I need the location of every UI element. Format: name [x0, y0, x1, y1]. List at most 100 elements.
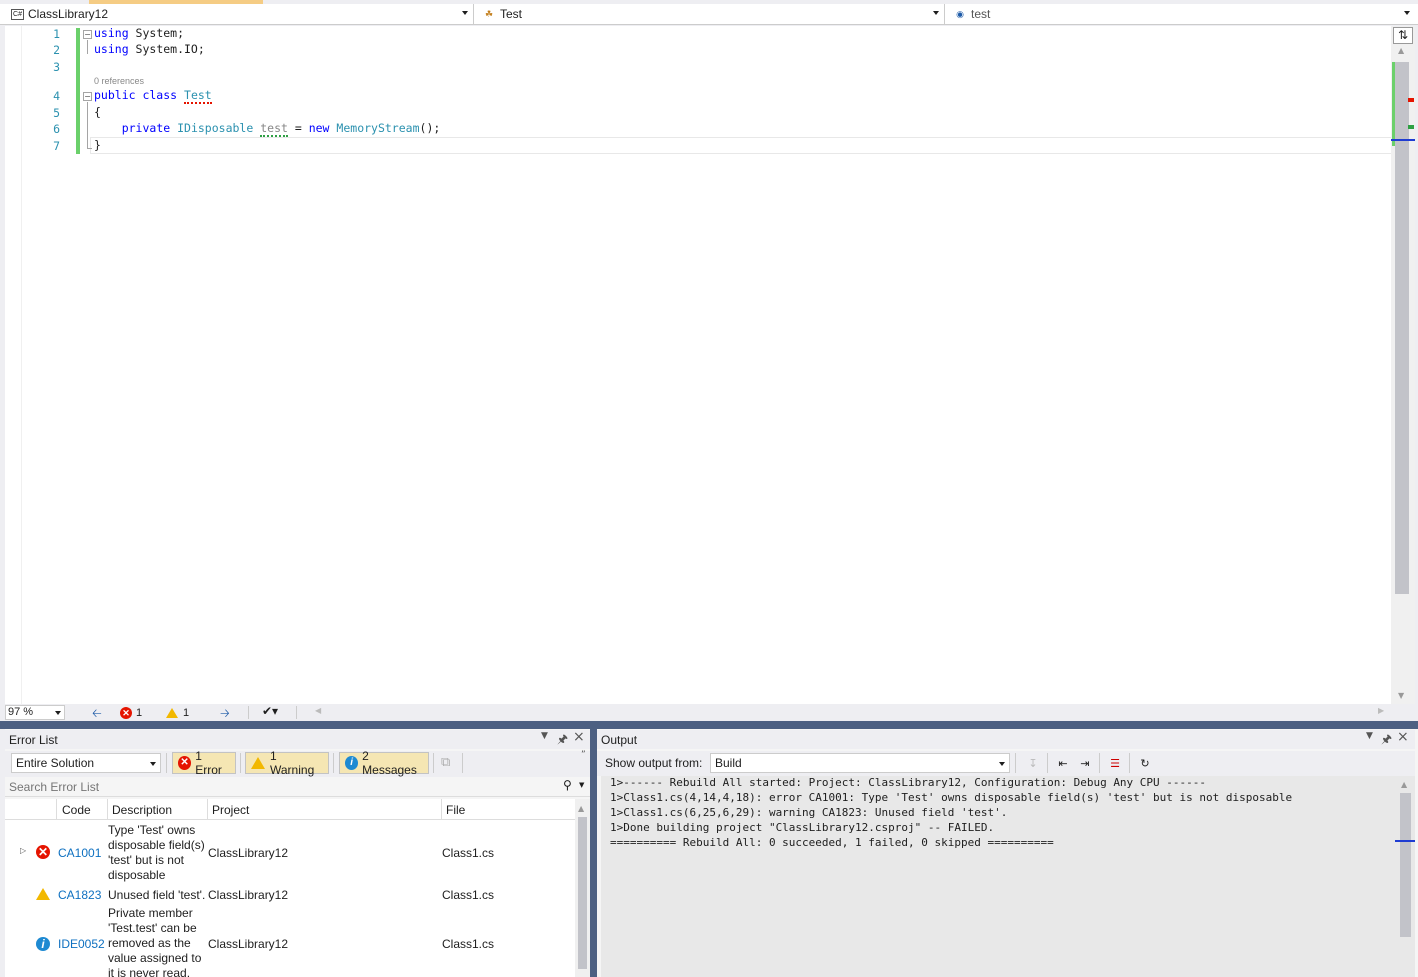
- type-combo-label: Test: [500, 7, 523, 21]
- table-row[interactable]: i IDE0052 Private member 'Test.test' can…: [5, 906, 575, 977]
- panel-splitter[interactable]: [590, 729, 597, 977]
- code-line-2: using System.IO;: [94, 42, 205, 56]
- chevron-down-icon: [150, 762, 156, 766]
- pin-icon[interactable]: 🖈: [557, 730, 568, 751]
- panel-dropdown-icon[interactable]: ▼: [541, 731, 548, 741]
- table-row[interactable]: ▷ ✕ CA1001 Type 'Test' owns disposable f…: [5, 822, 575, 884]
- line-number: 7: [53, 139, 60, 153]
- warnings-filter-button[interactable]: 1 Warning: [245, 749, 329, 777]
- expand-row-icon[interactable]: ▷: [20, 846, 26, 855]
- scrollbar-thumb[interactable]: [578, 817, 587, 969]
- code-line-5: {: [94, 105, 101, 119]
- line-number: 6: [53, 122, 60, 136]
- split-window-icon[interactable]: ⇅: [1393, 27, 1413, 44]
- separator: [296, 706, 297, 719]
- close-icon[interactable]: ×: [573, 729, 585, 745]
- toggle-word-wrap-icon[interactable]: ↻: [1137, 755, 1153, 771]
- code-line-6: private IDisposable test = new MemoryStr…: [121, 121, 441, 137]
- zoom-combo[interactable]: 97 %: [5, 705, 65, 720]
- search-options-icon[interactable]: ▼: [579, 781, 584, 789]
- output-source-combo[interactable]: Build: [710, 753, 1010, 773]
- codelens-references[interactable]: 0 references: [94, 76, 144, 86]
- warning-indicator[interactable]: 1: [166, 707, 189, 719]
- line-number: 2: [53, 43, 60, 57]
- errors-filter-label: 1 Error: [195, 749, 222, 777]
- column-divider: [441, 799, 442, 820]
- close-icon[interactable]: ×: [1397, 729, 1409, 745]
- fold-guide: [87, 102, 88, 148]
- fold-guide-end: [87, 148, 92, 149]
- member-combo-label: test: [971, 7, 991, 21]
- column-header-project[interactable]: Project: [212, 803, 249, 817]
- error-code-link[interactable]: IDE0052: [58, 937, 105, 951]
- glyph-margin: [5, 26, 22, 706]
- error-project: ClassLibrary12: [208, 937, 289, 951]
- code-line-1: using System;: [94, 26, 185, 40]
- caret-position-marker: [1391, 139, 1415, 141]
- scroll-right-icon[interactable]: ▶: [1378, 706, 1384, 715]
- caret-position-marker: [1395, 840, 1415, 842]
- error-description: Type 'Test' owns disposable field(s) 'te…: [108, 823, 205, 882]
- separator: [1129, 753, 1130, 773]
- scroll-left-icon[interactable]: ◀: [315, 706, 321, 715]
- output-line: 1>Class1.cs(4,14,4,18): error CA1001: Ty…: [610, 791, 1293, 804]
- column-header-description[interactable]: Description: [112, 803, 172, 817]
- clear-filter-icon[interactable]: ⧉: [441, 755, 450, 770]
- scroll-down-icon[interactable]: ▼: [1398, 691, 1404, 700]
- scrollbar-thumb[interactable]: [1400, 793, 1411, 937]
- panel-dropdown-icon[interactable]: ▼: [1366, 731, 1373, 741]
- class-icon: ☘: [484, 9, 494, 19]
- scope-combo[interactable]: Entire Solution: [11, 753, 161, 773]
- type-combo[interactable]: ☘ Test: [476, 4, 945, 24]
- error-code-link[interactable]: CA1823: [58, 888, 101, 902]
- collapse-icon[interactable]: −: [83, 92, 92, 101]
- error-list-search[interactable]: ⚲ ▼: [5, 777, 590, 797]
- table-row[interactable]: CA1823 Unused field 'test'. ClassLibrary…: [5, 886, 575, 904]
- warnings-filter-label: 1 Warning: [270, 749, 315, 777]
- project-combo-label: ClassLibrary12: [28, 7, 109, 21]
- code-cleanup-icon[interactable]: ✔▾: [262, 704, 278, 718]
- line-number: 3: [53, 60, 60, 74]
- project-combo[interactable]: C# ClassLibrary12: [5, 4, 474, 24]
- error-indicator[interactable]: ✕ 1: [120, 707, 142, 719]
- code-line-4: public class Test: [94, 88, 212, 104]
- separator: [248, 706, 249, 719]
- scrollbar-thumb[interactable]: [1395, 62, 1409, 594]
- info-icon: i: [36, 937, 50, 951]
- scroll-up-icon[interactable]: ▲: [578, 804, 584, 813]
- column-divider: [56, 799, 57, 820]
- fold-guide: [87, 40, 88, 54]
- collapse-icon[interactable]: −: [83, 30, 92, 39]
- search-icon: ⚲: [563, 778, 572, 792]
- chevron-down-icon: [462, 11, 468, 15]
- error-file: Class1.cs: [442, 888, 495, 902]
- go-to-next-message-icon[interactable]: ⇥: [1077, 755, 1093, 771]
- output-line: 1>------ Rebuild All started: Project: C…: [610, 776, 1207, 789]
- column-header-code[interactable]: Code: [62, 803, 91, 817]
- member-combo[interactable]: ◉ test: [947, 4, 1415, 24]
- errors-filter-button[interactable]: ✕ 1 Error: [172, 749, 236, 777]
- warning-icon: [36, 888, 50, 900]
- error-description: Unused field 'test'.: [108, 888, 206, 902]
- error-code-link[interactable]: CA1001: [58, 846, 101, 860]
- search-input[interactable]: [5, 777, 555, 796]
- separator: [166, 753, 167, 773]
- go-to-previous-message-icon[interactable]: ⇤: [1055, 755, 1071, 771]
- navigation-bar: C# ClassLibrary12 ☘ Test ◉ test: [0, 4, 1418, 25]
- toolbar-overflow-icon[interactable]: ”: [581, 750, 586, 760]
- find-message-in-code-icon[interactable]: ↧: [1025, 755, 1041, 771]
- chevron-down-icon: [1404, 11, 1410, 15]
- scroll-change-marker: [1392, 62, 1395, 146]
- change-tracking-bar: [76, 28, 80, 154]
- scroll-up-icon[interactable]: ▲: [1398, 46, 1404, 55]
- separator: [333, 753, 334, 773]
- clear-all-icon[interactable]: ☰: [1107, 755, 1123, 771]
- pin-icon[interactable]: 🖈: [1381, 730, 1392, 751]
- scroll-up-icon[interactable]: ▲: [1401, 780, 1407, 789]
- chevron-down-icon: [55, 711, 61, 715]
- current-line-highlight: [90, 137, 1392, 154]
- scope-label: Entire Solution: [16, 756, 95, 770]
- chevron-down-icon: [933, 11, 939, 15]
- column-header-file[interactable]: File: [446, 803, 465, 817]
- messages-filter-button[interactable]: i 2 Messages: [339, 749, 429, 777]
